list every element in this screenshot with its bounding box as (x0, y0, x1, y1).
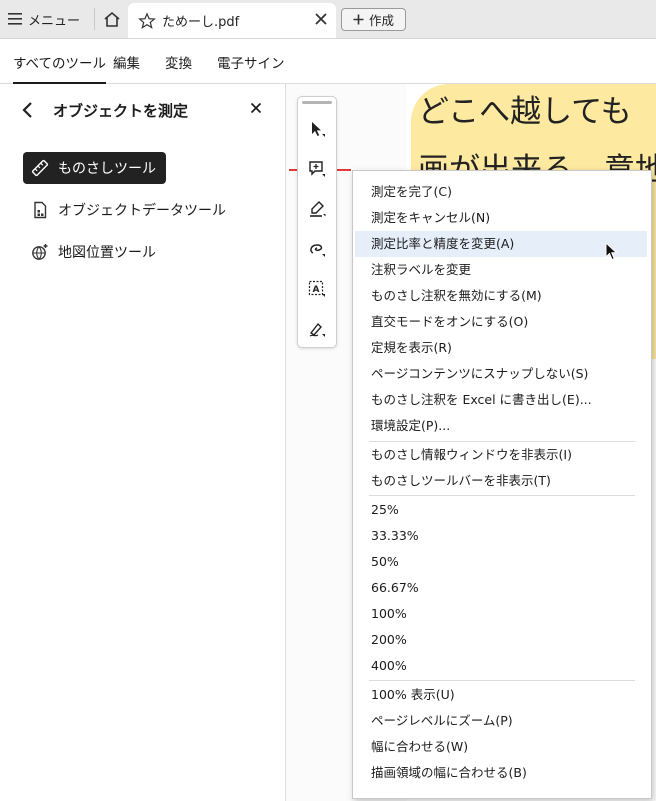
sign-icon (309, 322, 325, 337)
menu-item-fit-visible[interactable]: 描画領域の幅に合わせる(B) (355, 760, 647, 786)
document-tab-title: ためーし.pdf (162, 15, 240, 30)
document-tab[interactable]: ためーし.pdf (128, 3, 336, 38)
menu-item-zoom-400[interactable]: 400% (355, 653, 647, 679)
menu-item-no-snap[interactable]: ページコンテンツにスナップしない(S) (355, 361, 647, 387)
svg-text:A: A (313, 285, 320, 295)
sign-tool-button[interactable] (307, 319, 327, 339)
tab-convert[interactable]: 変換 (165, 52, 192, 72)
menu-item-preferences[interactable]: 環境設定(P)... (355, 413, 647, 439)
tab-bar: メニュー ためーし.pdf 作成 (0, 0, 656, 39)
menu-label: メニュー (28, 13, 81, 29)
menu-item-ortho-mode[interactable]: 直交モードをオンにする(O) (355, 309, 647, 335)
add-comment-button[interactable] (307, 159, 327, 179)
measure-panel: オブジェクトを測定 ものさしツール オブジェクトデータツール 地図位置ツール (0, 84, 286, 801)
tab-all-tools[interactable]: すべてのツール (13, 52, 107, 84)
text-box-button[interactable]: A (307, 279, 327, 299)
draw-icon (310, 244, 325, 257)
menu-item-show-rulers[interactable]: 定規を表示(R) (355, 335, 647, 361)
menu-item-zoom-page-level[interactable]: ページレベルにズーム(P) (355, 708, 647, 734)
star-icon[interactable] (138, 11, 156, 30)
context-menu: 測定を完了(C) 測定をキャンセル(N) 測定比率と精度を変更(A) 注釈ラベル… (352, 170, 652, 799)
menu-separator (369, 680, 635, 681)
draw-tool-button[interactable] (307, 239, 327, 259)
select-tool-button[interactable] (307, 119, 327, 139)
back-icon[interactable] (20, 101, 36, 119)
geo-location-tool-label: 地図位置ツール (58, 245, 156, 261)
menu-item-export-excel[interactable]: ものさし注釈を Excel に書き出し(E)... (355, 387, 647, 413)
create-button[interactable]: 作成 (341, 8, 406, 31)
globe-icon (32, 244, 48, 260)
menu-item-change-label[interactable]: 注釈ラベルを変更 (355, 257, 647, 283)
menu-item-hide-ruler-toolbar[interactable]: ものさしツールバーを非表示(T) (355, 468, 647, 494)
menu-item-zoom-33[interactable]: 33.33% (355, 523, 647, 549)
menu-item-hide-info-window[interactable]: ものさし情報ウィンドウを非表示(I) (355, 442, 647, 468)
document-text-line-1: どこへ越しても (418, 94, 632, 130)
home-icon (104, 11, 120, 27)
toolbar-tabs: すべてのツール 編集 変換 電子サイン (0, 39, 656, 84)
menu-item-zoom-50[interactable]: 50% (355, 549, 647, 575)
close-panel-icon[interactable] (250, 102, 262, 114)
menu-item-zoom-66[interactable]: 66.67% (355, 575, 647, 601)
menu-separator (369, 495, 635, 496)
mouse-cursor-icon (605, 242, 618, 261)
add-comment-icon (309, 161, 325, 177)
menu-item-zoom-25[interactable]: 25% (355, 497, 647, 523)
text-box-icon: A (308, 280, 325, 297)
plus-icon (353, 14, 364, 25)
object-data-tool-label: オブジェクトデータツール (58, 203, 226, 219)
menu-item-actual-size[interactable]: 100% 表示(U) (355, 682, 647, 708)
tab-e-sign[interactable]: 電子サイン (217, 52, 285, 72)
menu-item-finish-measure[interactable]: 測定を完了(C) (355, 179, 647, 205)
highlight-tool-button[interactable] (307, 199, 327, 219)
tab-edit[interactable]: 編集 (113, 52, 140, 72)
menu-item-zoom-200[interactable]: 200% (355, 627, 647, 653)
menu-item-disable-ruler-annot[interactable]: ものさし注釈を無効にする(M) (355, 283, 647, 309)
ruler-tool[interactable]: ものさしツール (23, 152, 166, 184)
object-data-icon (34, 201, 47, 219)
highlight-icon (310, 201, 326, 217)
quick-tools-bar: A (297, 96, 337, 348)
menu-item-fit-width[interactable]: 幅に合わせる(W) (355, 734, 647, 760)
select-icon (312, 122, 325, 137)
home-button[interactable] (94, 8, 125, 30)
menu-item-cancel-measure[interactable]: 測定をキャンセル(N) (355, 205, 647, 231)
panel-title: オブジェクトを測定 (53, 102, 189, 120)
ruler-icon (31, 159, 49, 177)
menu-item-change-scale[interactable]: 測定比率と精度を変更(A) (355, 231, 647, 257)
menu-button[interactable]: メニュー (8, 9, 80, 29)
menu-item-zoom-100[interactable]: 100% (355, 601, 647, 627)
ruler-tool-label: ものさしツール (58, 161, 156, 177)
create-button-label: 作成 (368, 13, 394, 28)
toolbar-grip[interactable] (302, 101, 332, 104)
close-tab-icon[interactable] (314, 12, 328, 26)
geo-location-tool[interactable]: 地図位置ツール (23, 236, 166, 268)
hamburger-icon (8, 13, 22, 25)
object-data-tool[interactable]: オブジェクトデータツール (23, 194, 236, 226)
